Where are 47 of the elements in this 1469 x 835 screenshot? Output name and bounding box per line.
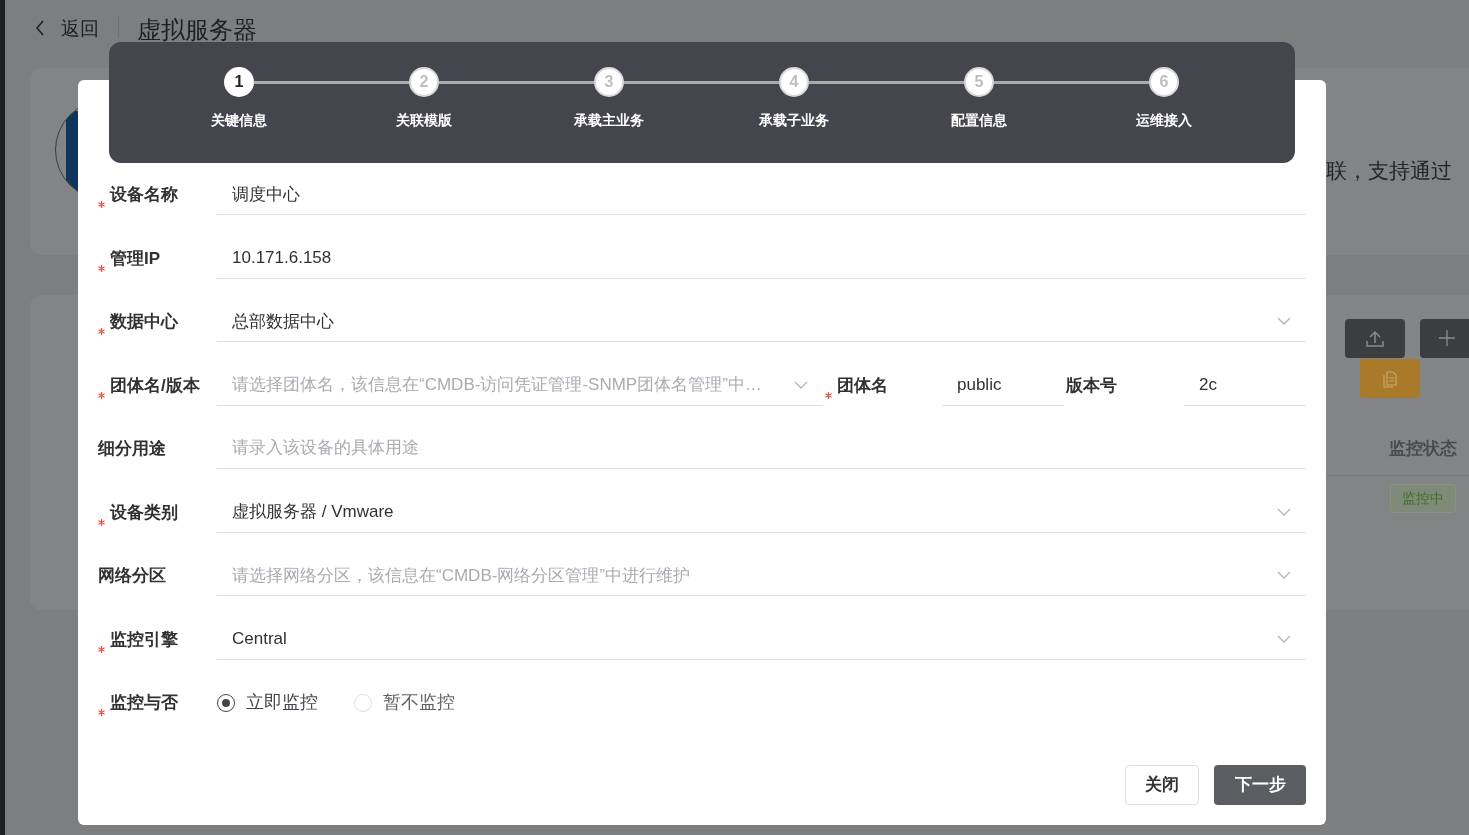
chevron-down-icon — [794, 380, 808, 389]
field-label: 团体名 — [837, 374, 888, 397]
field-label: 管理IP — [110, 247, 161, 270]
field-label: 版本号 — [1066, 374, 1117, 397]
plus-icon — [1438, 329, 1456, 347]
input-field[interactable]: public — [942, 364, 1064, 406]
field-label: 监控与否 — [110, 692, 178, 714]
add-button[interactable] — [1420, 319, 1469, 358]
field-label: 网络分区 — [98, 565, 166, 587]
chevron-down-icon — [1277, 634, 1291, 643]
page-title: 虚拟服务器 — [137, 15, 257, 45]
status-tag: 监控中 — [1390, 484, 1456, 513]
input-field[interactable]: 请录入该设备的具体用途 — [217, 428, 1306, 470]
step-label: 关键信息 — [210, 111, 268, 130]
copy-button[interactable] — [1360, 359, 1420, 398]
select-field[interactable]: 虚拟服务器 / Vmware — [217, 491, 1306, 533]
input-field[interactable]: 2c — [1184, 364, 1306, 406]
step-number[interactable]: 1 — [224, 67, 254, 97]
back-link[interactable]: 返回 — [61, 15, 99, 44]
input-field[interactable]: 10.171.6.158 — [217, 237, 1306, 279]
field-label: 设备类别 — [110, 501, 178, 524]
chevron-down-icon — [1277, 317, 1291, 326]
upload-button[interactable] — [1345, 319, 1405, 358]
step-label: 关联模版 — [395, 111, 453, 130]
column-header: 监控状态 — [1389, 438, 1457, 460]
step-label: 运维接入 — [1135, 111, 1193, 130]
step-label: 承载主业务 — [573, 111, 645, 130]
radio-option[interactable]: 立即监控 — [217, 689, 318, 717]
field-label: 设备名称 — [110, 184, 178, 206]
field-label: 监控引擎 — [110, 628, 178, 651]
radio-option[interactable]: 暂不监控 — [354, 689, 455, 717]
field-label: 团体名/版本 — [110, 374, 200, 397]
chevron-down-icon — [1277, 571, 1291, 580]
document-icon — [1381, 369, 1399, 388]
input-field[interactable]: 调度中心 — [217, 174, 1306, 216]
select-field[interactable]: Central — [217, 618, 1306, 660]
upload-icon — [1365, 328, 1385, 349]
select-field[interactable]: 总部数据中心 — [217, 301, 1306, 343]
field-label: 数据中心 — [110, 311, 178, 333]
description-text: 联，支持通过 — [1326, 158, 1452, 184]
step-label: 配置信息 — [950, 111, 1008, 130]
back-icon[interactable] — [35, 20, 45, 36]
chevron-down-icon — [1277, 507, 1291, 516]
step-label: 承载子业务 — [758, 111, 830, 130]
next-button[interactable]: 下一步 — [1214, 765, 1306, 805]
close-button[interactable]: 关闭 — [1125, 765, 1199, 805]
field-label: 细分用途 — [98, 438, 166, 460]
